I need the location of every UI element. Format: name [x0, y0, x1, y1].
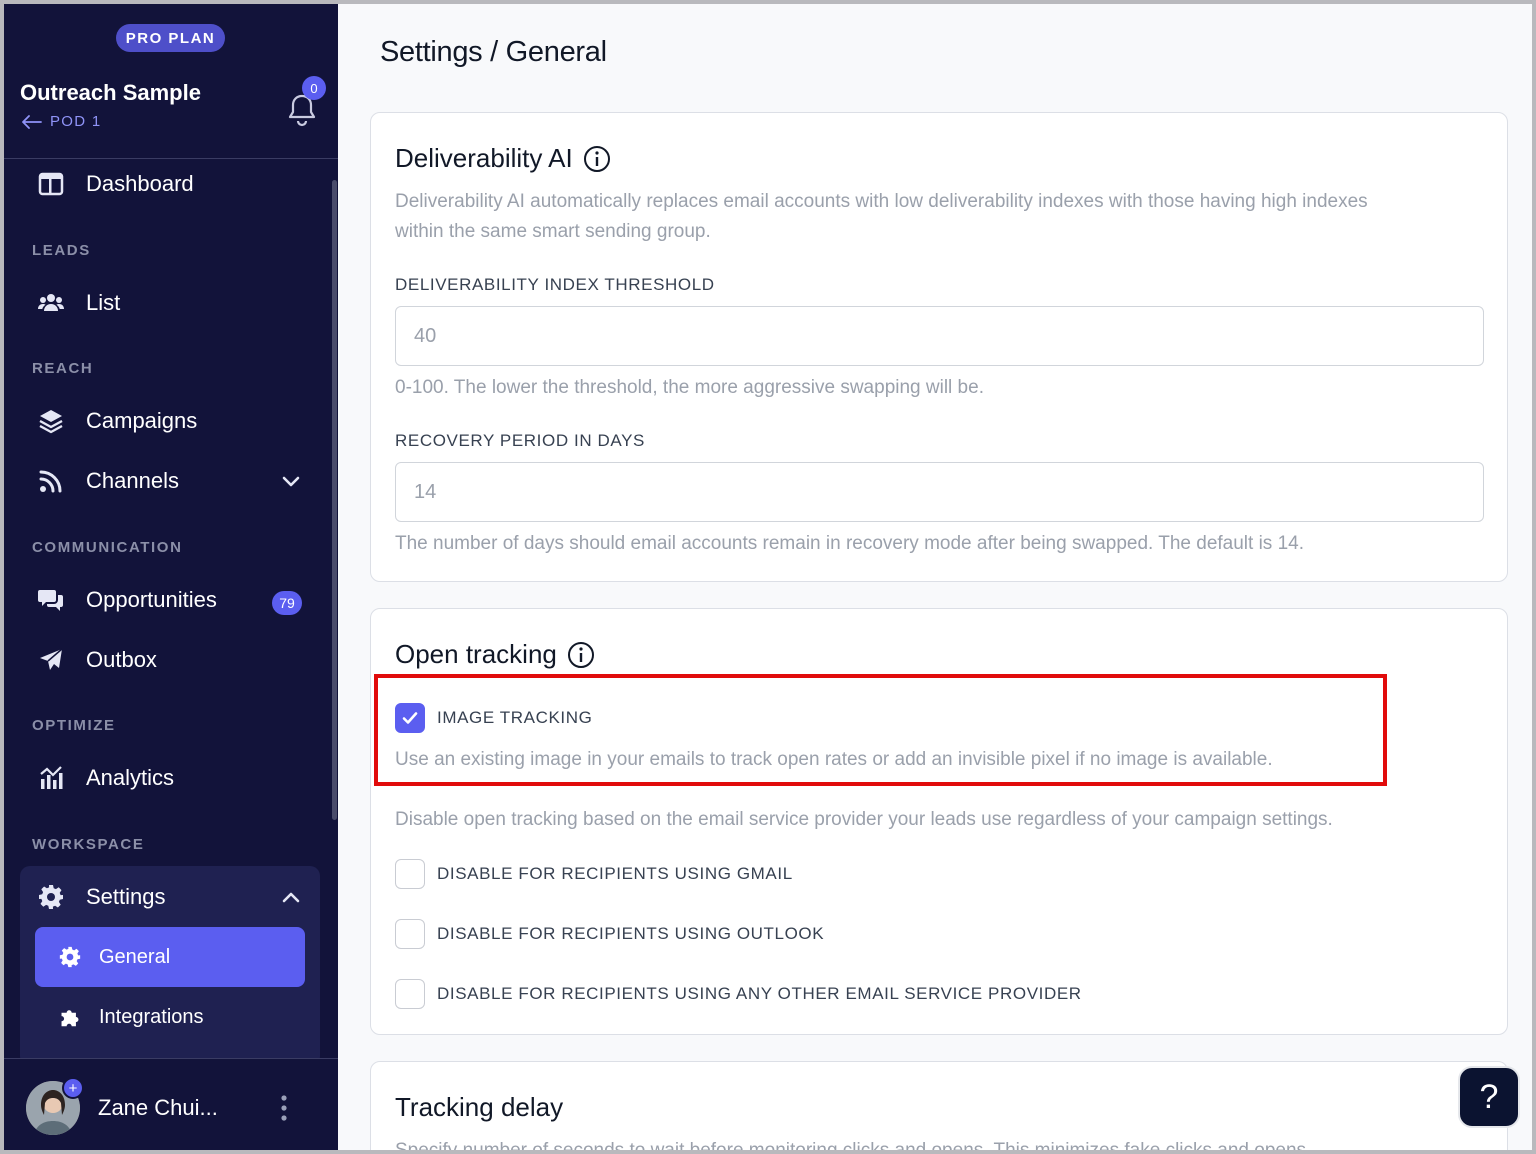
sidebar-item-opportunities[interactable]: Opportunities — [36, 580, 217, 620]
card-title: Open tracking — [395, 639, 595, 670]
sidebar-item-label: Analytics — [86, 765, 175, 790]
sidebar-item-label: Channels — [86, 468, 179, 493]
disable-gmail-label: DISABLE FOR RECIPIENTS USING GMAIL — [437, 864, 793, 883]
gear-icon — [36, 882, 66, 912]
disable-other-checkbox[interactable] — [395, 979, 425, 1009]
sidebar-item-label: Campaigns — [86, 408, 198, 433]
disable-gmail-row[interactable]: DISABLE FOR RECIPIENTS USING GMAIL — [395, 859, 793, 889]
section-label-reach: REACH — [32, 360, 94, 377]
sidebar-item-label: General — [99, 945, 171, 968]
card-title: Tracking delay — [395, 1092, 564, 1122]
tracking-delay-card: Tracking delay Specify number of seconds… — [370, 1061, 1508, 1154]
threshold-help: 0-100. The lower the threshold, the more… — [395, 377, 984, 398]
user-footer: + Zane Chui... — [4, 1058, 338, 1150]
chevron-down-icon[interactable] — [280, 470, 302, 492]
paper-plane-icon — [36, 645, 66, 675]
sidebar-item-dashboard[interactable]: Dashboard — [36, 164, 194, 204]
section-label-communication: COMMUNICATION — [32, 539, 183, 556]
opportunities-count-badge: 79 — [272, 591, 302, 615]
sidebar-item-campaigns[interactable]: Campaigns — [36, 401, 197, 441]
arrow-left-icon — [22, 114, 42, 129]
pod-back-link[interactable]: POD 1 — [22, 113, 102, 130]
sidebar-item-integrations[interactable]: Integrations — [35, 987, 305, 1047]
sidebar: PRO PLAN Outreach Sample POD 1 0 Dashboa… — [4, 4, 338, 1150]
info-icon[interactable] — [567, 641, 595, 669]
sidebar-item-label: Opportunities — [86, 587, 217, 612]
open-tracking-card: Open tracking IMAGE TRACKING Use an exis… — [370, 608, 1508, 1035]
layers-icon — [36, 406, 66, 436]
sidebar-divider — [4, 158, 338, 159]
sidebar-item-analytics[interactable]: Analytics — [36, 758, 174, 798]
plan-badge: PRO PLAN — [116, 24, 225, 52]
sidebar-item-settings[interactable]: Settings — [36, 877, 166, 917]
sidebar-item-label: Settings — [86, 884, 166, 909]
puzzle-icon — [61, 1010, 79, 1027]
chat-bubbles-icon — [36, 585, 66, 615]
disable-intro: Disable open tracking based on the email… — [395, 809, 1333, 830]
dashboard-icon — [36, 169, 66, 199]
card-title-text: Deliverability AI — [395, 143, 573, 173]
tracking-delay-description: Specify number of seconds to wait before… — [395, 1140, 1312, 1154]
app-window: PRO PLAN Outreach Sample POD 1 0 Dashboa… — [0, 0, 1536, 1154]
sidebar-item-channels[interactable]: Channels — [36, 461, 179, 501]
sidebar-item-label: Dashboard — [86, 171, 194, 196]
user-name[interactable]: Zane Chui... — [98, 1095, 218, 1121]
sidebar-item-outbox[interactable]: Outbox — [36, 640, 157, 680]
deliverability-ai-card: Deliverability AI Deliverability AI auto… — [370, 112, 1508, 582]
threshold-label: DELIVERABILITY INDEX THRESHOLD — [395, 275, 715, 294]
disable-outlook-row[interactable]: DISABLE FOR RECIPIENTS USING OUTLOOK — [395, 919, 824, 949]
sidebar-item-label: Integrations — [99, 1005, 204, 1028]
chevron-up-icon[interactable] — [280, 887, 302, 909]
card-title-text: Open tracking — [395, 639, 557, 669]
recovery-label: RECOVERY PERIOD IN DAYS — [395, 431, 645, 450]
section-label-workspace: WORKSPACE — [32, 836, 145, 853]
sidebar-item-label: Outbox — [86, 647, 157, 672]
more-vertical-icon[interactable] — [276, 1093, 292, 1123]
recovery-help: The number of days should email accounts… — [395, 533, 1304, 554]
sidebar-item-general[interactable]: General — [35, 927, 305, 987]
highlight-box — [374, 674, 1387, 786]
deliverability-description-2: within the same smart sending group. — [395, 221, 711, 242]
deliverability-description-1: Deliverability AI automatically replaces… — [395, 191, 1368, 212]
section-label-optimize: OPTIMIZE — [32, 717, 116, 734]
section-label-leads: LEADS — [32, 242, 91, 259]
recovery-input[interactable] — [395, 462, 1484, 522]
notification-count-badge: 0 — [302, 76, 326, 100]
disable-gmail-checkbox[interactable] — [395, 859, 425, 889]
threshold-input[interactable] — [395, 306, 1484, 366]
card-title: Deliverability AI — [395, 143, 611, 174]
pod-label: POD 1 — [50, 113, 102, 130]
info-icon[interactable] — [583, 145, 611, 173]
workspace-name[interactable]: Outreach Sample — [20, 80, 201, 106]
sidebar-item-list[interactable]: List — [36, 283, 120, 323]
rss-icon — [36, 466, 66, 496]
disable-outlook-checkbox[interactable] — [395, 919, 425, 949]
disable-other-label: DISABLE FOR RECIPIENTS USING ANY OTHER E… — [437, 984, 1082, 1003]
disable-outlook-label: DISABLE FOR RECIPIENTS USING OUTLOOK — [437, 924, 825, 943]
disable-other-row[interactable]: DISABLE FOR RECIPIENTS USING ANY OTHER E… — [395, 979, 1082, 1009]
users-icon — [36, 288, 66, 318]
page-title: Settings / General — [380, 36, 607, 68]
analytics-chart-icon — [36, 763, 66, 793]
gear-icon — [59, 946, 81, 968]
sidebar-scrollbar[interactable] — [332, 180, 337, 820]
add-account-button[interactable]: + — [62, 1077, 84, 1099]
help-button[interactable]: ? — [1458, 1066, 1520, 1128]
sidebar-item-label: List — [86, 290, 121, 315]
